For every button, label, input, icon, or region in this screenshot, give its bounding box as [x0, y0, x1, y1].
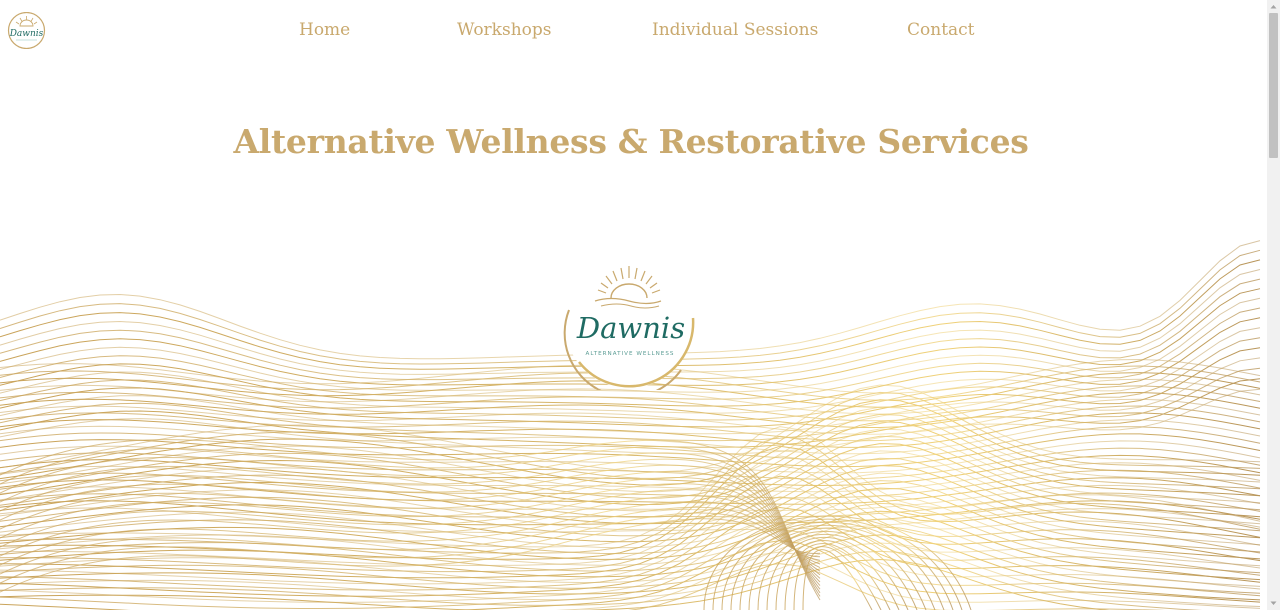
- logo-tagline: ALTERNATIVE WELLNESS: [586, 351, 675, 357]
- main-nav: Home Workshops Individual Sessions Conta…: [0, 20, 1267, 46]
- page-scrollbar[interactable]: [1267, 0, 1280, 610]
- page: Dawnis Home Workshops Individual Session…: [0, 0, 1267, 610]
- scroll-up-icon[interactable]: [1267, 0, 1280, 13]
- nav-item-workshops[interactable]: Workshops: [457, 20, 552, 40]
- nav-item-home[interactable]: Home: [299, 20, 350, 40]
- scrollbar-thumb[interactable]: [1269, 13, 1278, 158]
- hero-title: Alternative Wellness & Restorative Servi…: [233, 122, 1029, 161]
- nav-item-contact[interactable]: Contact: [907, 20, 975, 40]
- logo-wordmark: Dawnis: [576, 311, 685, 345]
- scroll-down-icon[interactable]: [1267, 597, 1280, 610]
- nav-item-individual-sessions[interactable]: Individual Sessions: [652, 20, 818, 40]
- brand-logo-icon: Dawnis ALTERNATIVE WELLNESS: [563, 260, 695, 390]
